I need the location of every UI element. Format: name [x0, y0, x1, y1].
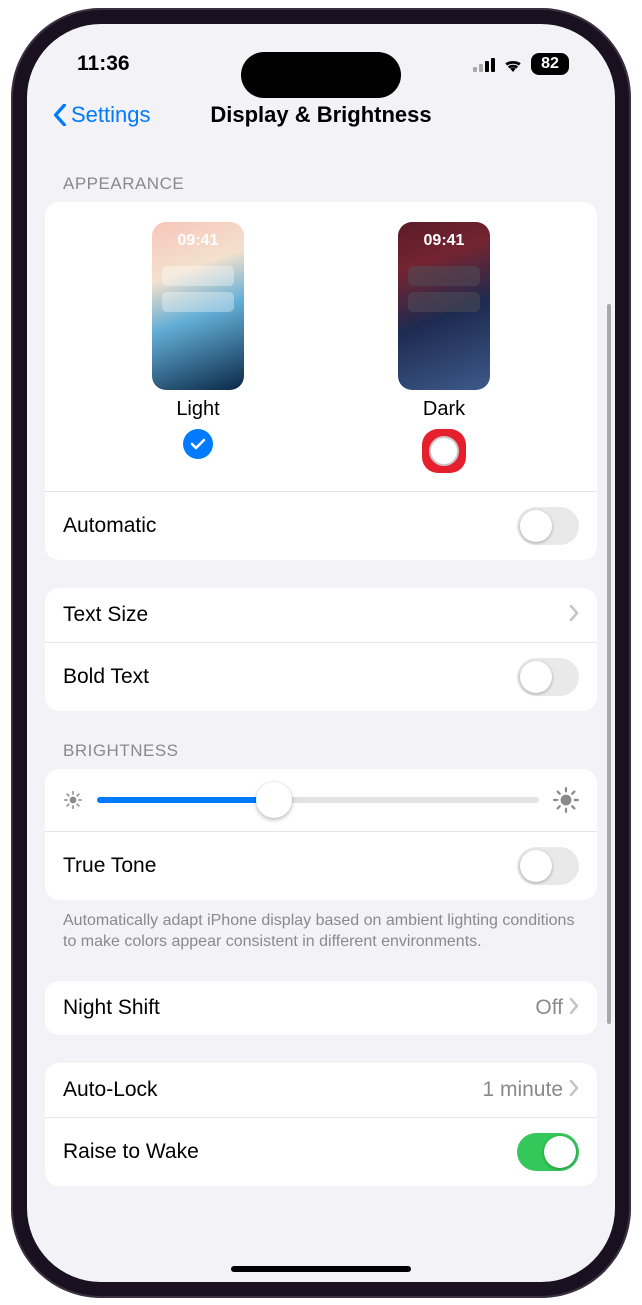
light-preview-thumb: 09:41 — [152, 222, 244, 390]
brightness-slider-row — [45, 769, 597, 831]
device-frame: 11:36 82 Settings Display & Brightness — [11, 8, 631, 1298]
bold-text-toggle[interactable] — [517, 658, 579, 696]
night-shift-value: Off — [535, 996, 563, 1020]
settings-scroll[interactable]: APPEARANCE 09:41 Light — [27, 144, 615, 1282]
brightness-slider[interactable] — [97, 797, 539, 803]
lock-card: Auto-Lock 1 minute Raise to Wake — [45, 1063, 597, 1186]
home-indicator — [231, 1266, 411, 1272]
back-label: Settings — [71, 102, 151, 128]
status-time: 11:36 — [77, 52, 130, 76]
light-label: Light — [176, 398, 219, 421]
true-tone-row[interactable]: True Tone — [45, 831, 597, 900]
dark-label: Dark — [423, 398, 465, 421]
bold-text-label: Bold Text — [63, 665, 149, 689]
chevron-right-icon — [569, 996, 579, 1020]
brightness-card: True Tone — [45, 769, 597, 900]
raise-to-wake-label: Raise to Wake — [63, 1140, 199, 1164]
cellular-signal-icon — [473, 56, 495, 72]
status-icons: 82 — [473, 53, 569, 75]
auto-lock-label: Auto-Lock — [63, 1078, 158, 1102]
appearance-header: APPEARANCE — [45, 144, 597, 202]
auto-lock-row[interactable]: Auto-Lock 1 minute — [45, 1063, 597, 1117]
true-tone-label: True Tone — [63, 854, 156, 878]
dynamic-island — [241, 52, 401, 98]
brightness-header: BRIGHTNESS — [45, 711, 597, 769]
automatic-label: Automatic — [63, 514, 156, 538]
appearance-card: 09:41 Light 09:41 — [45, 202, 597, 560]
battery-indicator: 82 — [531, 53, 569, 75]
sun-large-icon — [553, 787, 579, 813]
appearance-options: 09:41 Light 09:41 — [45, 202, 597, 491]
text-size-row[interactable]: Text Size — [45, 588, 597, 642]
appearance-dark-option[interactable]: 09:41 Dark — [398, 222, 490, 473]
raise-to-wake-toggle[interactable] — [517, 1133, 579, 1171]
text-size-label: Text Size — [63, 603, 148, 627]
scroll-indicator — [607, 304, 611, 1024]
text-card: Text Size Bold Text — [45, 588, 597, 711]
annotation-highlight — [422, 429, 466, 473]
chevron-right-icon — [569, 603, 579, 627]
page-title: Display & Brightness — [210, 102, 431, 128]
bold-text-row[interactable]: Bold Text — [45, 642, 597, 711]
wifi-icon — [502, 56, 524, 72]
automatic-toggle[interactable] — [517, 507, 579, 545]
true-tone-toggle[interactable] — [517, 847, 579, 885]
raise-to-wake-row[interactable]: Raise to Wake — [45, 1117, 597, 1186]
automatic-row[interactable]: Automatic — [45, 491, 597, 560]
auto-lock-value: 1 minute — [482, 1078, 563, 1102]
night-shift-label: Night Shift — [63, 996, 160, 1020]
dark-preview-thumb: 09:41 — [398, 222, 490, 390]
chevron-right-icon — [569, 1078, 579, 1102]
chevron-left-icon — [53, 104, 67, 126]
light-radio-selected[interactable] — [183, 429, 213, 459]
night-shift-card: Night Shift Off — [45, 981, 597, 1035]
appearance-light-option[interactable]: 09:41 Light — [152, 222, 244, 473]
checkmark-icon — [190, 436, 206, 452]
dark-radio-unselected[interactable] — [429, 436, 459, 466]
back-button[interactable]: Settings — [53, 102, 151, 128]
sun-small-icon — [63, 790, 83, 810]
screen: 11:36 82 Settings Display & Brightness — [27, 24, 615, 1282]
night-shift-row[interactable]: Night Shift Off — [45, 981, 597, 1035]
true-tone-footer: Automatically adapt iPhone display based… — [45, 900, 597, 953]
